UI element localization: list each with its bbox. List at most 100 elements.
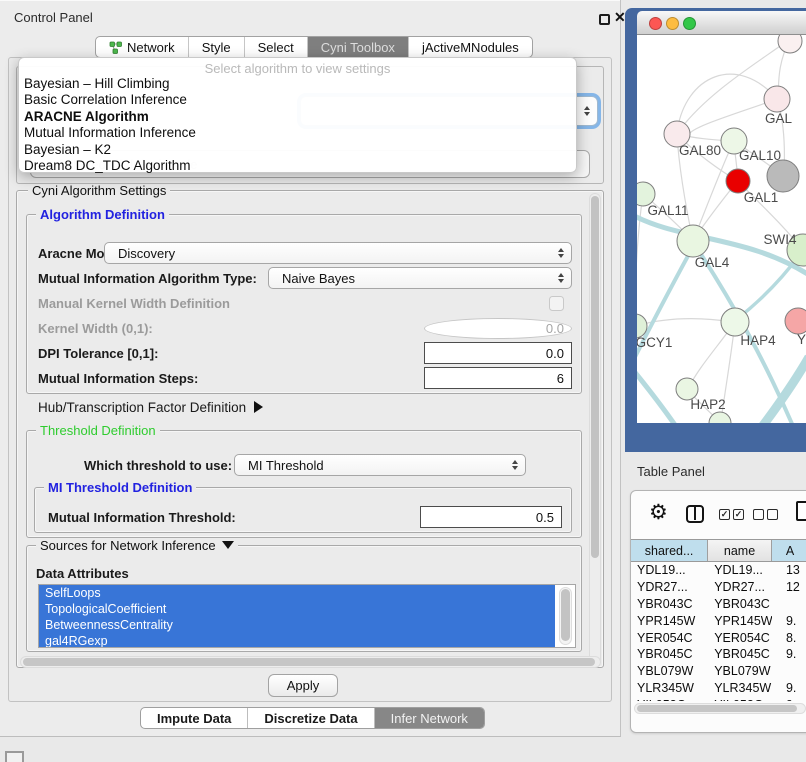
- mi-threshold-input[interactable]: 0.5: [420, 506, 562, 528]
- tab-label: Impute Data: [157, 711, 231, 726]
- tab-cyni-toolbox[interactable]: Cyni Toolbox: [307, 37, 408, 57]
- attribute-list-item[interactable]: TopologicalCoefficient: [39, 601, 555, 617]
- network-node-label: GAL10: [739, 148, 781, 163]
- network-node-label: HAP4: [740, 333, 776, 348]
- checked-box-icon: ✓: [733, 509, 744, 520]
- combo-stepper-icon: [558, 273, 564, 283]
- deselect-all-columns-icon[interactable]: [753, 509, 778, 520]
- attribute-list-item[interactable]: BetweennessCentrality: [39, 617, 555, 633]
- network-node-hap4[interactable]: [721, 308, 749, 336]
- table-row[interactable]: YBR045CYBR045C9.: [631, 646, 806, 663]
- network-node-gal[interactable]: [764, 86, 790, 112]
- network-node[interactable]: [767, 160, 799, 192]
- tab-jactivemnodules[interactable]: jActiveMNodules: [408, 37, 532, 57]
- table-row[interactable]: YBL079WYBL079W: [631, 663, 806, 680]
- settings-vertical-scrollbar[interactable]: [589, 193, 601, 665]
- network-node-gal4[interactable]: [677, 225, 709, 257]
- table-row[interactable]: YER054CYER054C8.: [631, 629, 806, 646]
- control-panel-title: Control Panel: [14, 10, 93, 25]
- column-header-partial[interactable]: A: [772, 540, 806, 561]
- mi-threshold-value: 0.5: [536, 510, 554, 525]
- network-node[interactable]: [778, 35, 802, 53]
- network-canvas[interactable]: GALGAL80GAL10GAL1GAL11SWI4GAL4GCY1HAP4YH…: [637, 35, 806, 423]
- gear-icon[interactable]: ⚙: [649, 500, 668, 526]
- algorithm-option[interactable]: Bayesian – K2: [19, 142, 576, 158]
- algorithm-definition-title: Algorithm Definition: [36, 207, 169, 222]
- scrollbar-thumb[interactable]: [23, 658, 595, 666]
- hub-definition-expander[interactable]: Hub/Transcription Factor Definition: [38, 400, 263, 415]
- minimized-panel-handle[interactable]: [5, 751, 24, 762]
- network-node[interactable]: [709, 412, 731, 423]
- cyni-bottom-tabbar: Impute Data Discretize Data Infer Networ…: [140, 707, 485, 729]
- select-all-columns-icon[interactable]: ✓ ✓: [719, 509, 744, 520]
- table-horizontal-scrollbar[interactable]: [634, 703, 806, 714]
- combo-stepper-icon: [512, 460, 518, 470]
- data-attributes-list[interactable]: SelfLoopsTopologicalCoefficientBetweenne…: [38, 584, 576, 648]
- table-row[interactable]: YDR27...YDR27...12: [631, 579, 806, 596]
- algorithm-dropdown-popup: Select algorithm to view settings Bayesi…: [18, 57, 577, 173]
- algorithm-option[interactable]: Bayesian – Hill Climbing: [19, 76, 576, 92]
- network-edge[interactable]: [677, 74, 777, 132]
- sources-expander[interactable]: Sources for Network Inference: [36, 538, 238, 553]
- table-cell: YBL079W: [708, 664, 772, 678]
- network-window-titlebar[interactable]: [637, 11, 806, 35]
- mi-steps-value: 6: [557, 371, 564, 386]
- mi-steps-input[interactable]: 6: [424, 367, 572, 389]
- table-row[interactable]: YIL052CYIL052C9: [631, 696, 806, 701]
- columns-icon[interactable]: [686, 505, 704, 523]
- dpi-tolerance-input[interactable]: 0.0: [424, 342, 572, 364]
- column-header-name[interactable]: name: [708, 540, 772, 561]
- algorithm-option[interactable]: Basic Correlation Inference: [19, 92, 576, 108]
- scrollbar-thumb[interactable]: [637, 705, 797, 712]
- apply-button[interactable]: Apply: [268, 674, 338, 697]
- kernel-width-input[interactable]: 0.0: [424, 318, 572, 339]
- table-row[interactable]: YPR145WYPR145W9.: [631, 612, 806, 629]
- tab-impute-data[interactable]: Impute Data: [141, 708, 247, 728]
- export-table-icon[interactable]: [796, 501, 806, 521]
- table-row[interactable]: YBR043CYBR043C: [631, 596, 806, 613]
- manual-kernel-checkbox[interactable]: [549, 296, 564, 311]
- tab-label: jActiveMNodules: [422, 40, 519, 55]
- table-row[interactable]: YLR345WYLR345W9.: [631, 680, 806, 697]
- tab-style[interactable]: Style: [188, 37, 244, 57]
- list-vertical-scrollbar[interactable]: [559, 587, 572, 645]
- network-view-window: GALGAL80GAL10GAL1GAL11SWI4GAL4GCY1HAP4YH…: [625, 8, 806, 452]
- tab-infer-network[interactable]: Infer Network: [374, 708, 484, 728]
- float-panel-icon[interactable]: [599, 14, 610, 25]
- minimize-traffic-light-icon[interactable]: [666, 17, 679, 30]
- close-traffic-light-icon[interactable]: [649, 17, 662, 30]
- network-node-label: Y: [797, 332, 806, 347]
- which-threshold-combobox[interactable]: MI Threshold: [234, 454, 526, 476]
- network-node-label: GAL4: [695, 255, 730, 270]
- algorithm-option[interactable]: Mutual Information Inference: [19, 125, 576, 141]
- scrollbar-thumb[interactable]: [591, 196, 599, 558]
- tab-label: Cyni Toolbox: [321, 40, 395, 55]
- scrollbar-thumb[interactable]: [561, 589, 570, 641]
- manual-kernel-label: Manual Kernel Width Definition: [38, 296, 230, 311]
- table-cell: YER054C: [631, 631, 708, 645]
- tab-select[interactable]: Select: [244, 37, 307, 57]
- tab-network[interactable]: Network: [96, 37, 188, 57]
- table-row[interactable]: YDL19...YDL19...13: [631, 562, 806, 579]
- network-edge[interactable]: [637, 194, 643, 325]
- mi-type-combobox[interactable]: Naive Bayes: [268, 267, 572, 289]
- zoom-traffic-light-icon[interactable]: [683, 17, 696, 30]
- attribute-list-item[interactable]: SelfLoops: [39, 585, 555, 601]
- column-header-shared-name[interactable]: shared...: [631, 540, 708, 561]
- hub-definition-label: Hub/Transcription Factor Definition: [38, 400, 246, 415]
- network-node-y[interactable]: [785, 308, 806, 334]
- settings-horizontal-scrollbar[interactable]: [20, 656, 601, 668]
- dpi-tolerance-label: DPI Tolerance [0,1]:: [38, 346, 158, 361]
- network-edge-highlighted[interactable]: [733, 357, 806, 423]
- table-cell: YPR145W: [708, 614, 772, 628]
- network-edge-highlighted[interactable]: [737, 253, 801, 319]
- algorithm-popup-list: Bayesian – Hill ClimbingBasic Correlatio…: [19, 76, 576, 174]
- kernel-width-value: 0.0: [546, 321, 564, 336]
- aracne-mode-combobox[interactable]: Discovery: [104, 242, 572, 264]
- close-panel-icon[interactable]: ✕: [614, 9, 626, 26]
- algorithm-option[interactable]: Dream8 DC_TDC Algorithm: [19, 158, 576, 174]
- algorithm-option[interactable]: ARACNE Algorithm: [19, 109, 576, 125]
- tab-label: Infer Network: [391, 711, 468, 726]
- tab-discretize-data[interactable]: Discretize Data: [247, 708, 373, 728]
- attribute-list-item[interactable]: gal4RGexp: [39, 633, 555, 648]
